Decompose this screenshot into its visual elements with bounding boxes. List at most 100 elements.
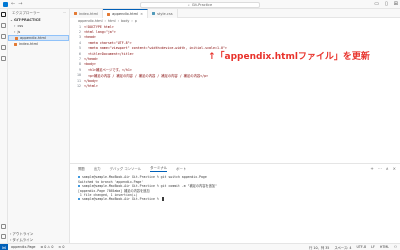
line-number: 4: [79, 40, 81, 45]
remote-indicator-icon[interactable]: ⋈: [0, 243, 8, 250]
status-ports[interactable]: ⊙ 0: [59, 245, 65, 249]
project-folder-label: GIT-PRACTICE: [13, 18, 41, 22]
forward-arrow-icon[interactable]: →: [18, 0, 22, 9]
code-text: <meta name="viewport" content="width=dev…: [84, 46, 227, 51]
tree-item-label: css: [17, 24, 24, 28]
notifications-icon[interactable]: ⚇: [394, 245, 397, 250]
chevron-right-icon: ›: [14, 24, 16, 28]
window-controls: ▭ ▯ ⊞: [374, 1, 398, 7]
line-number: 3: [79, 35, 81, 40]
close-icon[interactable]: ×: [140, 12, 143, 16]
annotation-text: ↑「appendix.htmlファイル」を更新: [208, 52, 370, 62]
command-center-search[interactable]: ⌕ Git-Practice: [140, 1, 260, 8]
code-text: <h1>補足ページです。</h1>: [84, 68, 132, 73]
code-text: <head>: [84, 35, 96, 40]
code-text: <p>補足の内容 / 補足の内容 / 補足の内容 / 補足の内容 / 補足の内容…: [84, 73, 209, 78]
tab-index-html[interactable]: index.html: [70, 9, 104, 18]
search-view-icon[interactable]: [1, 23, 6, 28]
status-left: appendix-Page ⊗ 0 ⚠ 0 ⊙ 0: [8, 245, 64, 249]
status-problems[interactable]: ⊗ 0 ⚠ 0: [40, 245, 53, 249]
tab-problems[interactable]: 問題: [78, 166, 85, 171]
close-panel-icon[interactable]: ×: [393, 166, 396, 171]
explorer-title: エクスプローラー ⋯: [8, 9, 69, 17]
status-encoding[interactable]: UTF-8: [356, 245, 366, 250]
editor-tabs: index.html appendix.html × style.css: [70, 9, 400, 18]
tree-item-index-html[interactable]: index.html: [8, 41, 69, 47]
status-cursor-position[interactable]: 行 10、列 35: [309, 245, 329, 250]
prompt-dot-icon: [78, 198, 80, 201]
html-file-icon: [15, 36, 18, 40]
tab-ports[interactable]: ポート: [176, 166, 186, 171]
line-number: 2: [79, 30, 81, 35]
tab-debug-console[interactable]: デバッグ コンソール: [110, 166, 142, 171]
breadcrumb-item[interactable]: html: [108, 19, 116, 23]
code-text: <html lang="ja">: [84, 30, 116, 35]
html-file-icon: [74, 12, 77, 15]
code-text: </html>: [84, 83, 98, 88]
css-file-icon: [152, 12, 156, 15]
prompt-dot-icon: [78, 184, 80, 187]
line-number: 5: [79, 46, 81, 51]
editor-area: index.html appendix.html × style.css app…: [70, 9, 400, 243]
status-indentation[interactable]: スペース: 4: [334, 245, 351, 250]
back-arrow-icon[interactable]: ←: [11, 0, 15, 9]
terminal-line: sample@sample-MacBook-Air Git-Practice %: [78, 197, 392, 201]
tab-output[interactable]: 出力: [94, 166, 101, 171]
status-eol[interactable]: LF: [371, 245, 375, 250]
vscode-logo-icon: [3, 1, 8, 7]
command-center-label: Git-Practice: [191, 2, 213, 7]
breadcrumb-item[interactable]: appendix.html: [78, 19, 103, 23]
account-icon[interactable]: [1, 224, 6, 229]
line-number: 1: [79, 24, 81, 29]
outline-label: アウトライン: [12, 231, 34, 236]
layout-toggle-icon[interactable]: ▭: [374, 1, 379, 7]
title-bar-left: ← →: [0, 0, 22, 9]
code-editor[interactable]: 1 <!DOCTYPE html> 2 <html lang="ja"> 3 <hea…: [70, 24, 400, 163]
panel-toolbar: + ⋯ ∧ ×: [370, 166, 396, 171]
extensions-icon[interactable]: [1, 56, 6, 61]
layout-options-icon[interactable]: ⊞: [394, 1, 398, 7]
tree-item-label: index.html: [19, 42, 39, 46]
status-branch[interactable]: appendix-Page: [11, 245, 35, 249]
breadcrumb-item[interactable]: body: [121, 19, 129, 23]
code-text: <title>Document</title>: [84, 51, 134, 56]
bottom-panel: 問題 出力 デバッグ コンソール ターミナル ポート + ⋯ ∧ × sampl…: [70, 163, 400, 243]
line-number: 8: [79, 62, 81, 67]
terminal-text: sample@sample-MacBook-Air Git-Practice %…: [82, 175, 207, 180]
run-debug-icon[interactable]: [1, 45, 6, 50]
more-actions-icon[interactable]: ⋯: [378, 166, 382, 171]
chevron-down-icon: ⌄: [10, 18, 13, 22]
explorer-sidebar: エクスプローラー ⋯ ⌄ GIT-PRACTICE › css › js app…: [8, 9, 70, 243]
settings-gear-icon[interactable]: [1, 234, 6, 239]
chevron-right-icon: ›: [10, 238, 12, 242]
panel-toggle-icon[interactable]: ▯: [385, 1, 388, 7]
chevron-right-icon: ›: [14, 30, 16, 34]
code-text: <body>: [84, 62, 96, 67]
status-language[interactable]: HTML: [380, 245, 389, 250]
breadcrumb-item[interactable]: p: [135, 19, 137, 23]
tab-appendix-html[interactable]: appendix.html ×: [103, 9, 149, 18]
code-text: <!DOCTYPE html>: [84, 24, 114, 29]
maximize-panel-icon[interactable]: ∧: [386, 166, 389, 171]
terminal[interactable]: sample@sample-MacBook-Air Git-Practice %…: [70, 173, 400, 203]
search-icon: ⌕: [187, 2, 190, 7]
terminal-cursor: [161, 197, 164, 201]
code-line: 12 </html>: [70, 83, 400, 88]
status-right: 行 10、列 35 スペース: 4 UTF-8 LF HTML ⚇: [309, 245, 397, 250]
tab-terminal[interactable]: ターミナル: [150, 165, 168, 172]
tab-style-css[interactable]: style.css: [148, 9, 178, 18]
prompt-dot-icon: [78, 176, 80, 179]
chevron-right-icon: ›: [131, 19, 133, 23]
html-file-icon: [14, 42, 17, 46]
status-bar: ⋈ appendix-Page ⊗ 0 ⚠ 0 ⊙ 0 行 10、列 35 スペ…: [0, 243, 400, 250]
more-actions-icon[interactable]: ⋯: [63, 11, 67, 15]
tree-item-label: js: [17, 30, 21, 34]
line-number: 6: [79, 51, 81, 56]
code-text: <meta charset="UTF-8">: [84, 40, 132, 45]
source-control-icon[interactable]: [1, 34, 6, 39]
explorer-icon[interactable]: [1, 12, 6, 17]
title-bar: ← → ⌕ Git-Practice ▭ ▯ ⊞: [0, 0, 400, 9]
new-terminal-icon[interactable]: +: [370, 166, 373, 171]
timeline-label: タイムライン: [12, 237, 34, 242]
line-number: 10: [77, 73, 81, 78]
